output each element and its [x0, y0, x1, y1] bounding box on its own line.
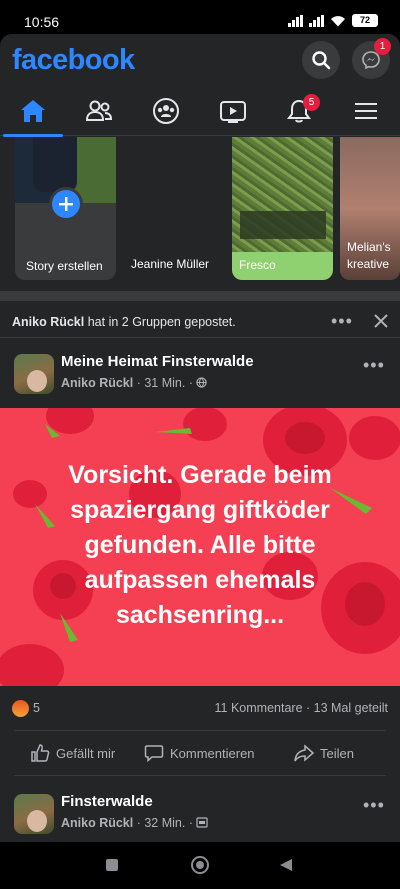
status-icons: 72: [288, 14, 378, 27]
plus-icon: [59, 197, 73, 211]
facebook-app: facebook 1 5 Story erstellen Jeanine Mül…: [0, 34, 400, 842]
tab-notifications[interactable]: 5: [266, 86, 332, 136]
avatar-face: [27, 370, 47, 392]
hamburger-icon: [355, 103, 377, 119]
group-avatar[interactable]: [14, 794, 54, 834]
post-meta: Aniko Rückl · 31 Min. ·: [61, 376, 208, 390]
story-label: Jeanine Müller: [131, 257, 210, 271]
reactions-bar: 5 11 Kommentare · 13 Mal geteilt: [0, 686, 400, 730]
story-card[interactable]: Fresco: [232, 137, 333, 280]
group-name[interactable]: Meine Heimat Finsterwalde: [61, 353, 254, 370]
group-privacy-icon: [196, 817, 209, 828]
comment-share-counts: 11 Kommentare · 13 Mal geteilt: [214, 701, 388, 715]
post-image[interactable]: Vorsicht. Gerade beim spaziergang giftkö…: [0, 408, 400, 686]
share-label: Teilen: [320, 745, 354, 761]
post-time[interactable]: 32 Min.: [144, 816, 185, 830]
story-label: Story erstellen: [26, 259, 103, 273]
globe-icon: [196, 377, 208, 388]
recents-button[interactable]: [106, 859, 118, 871]
search-button[interactable]: [302, 41, 340, 79]
wifi-icon: [331, 15, 345, 26]
activity-more-icon[interactable]: •••: [331, 312, 353, 330]
tab-watch[interactable]: [200, 86, 266, 136]
tab-groups[interactable]: [133, 86, 199, 136]
story-card[interactable]: Melian's kreative: [340, 137, 400, 280]
thumbs-up-icon: [31, 744, 50, 762]
post-actions: Gefällt mir Kommentieren Teilen: [14, 730, 386, 776]
friends-icon: [85, 100, 113, 121]
create-story-card[interactable]: Story erstellen: [15, 137, 116, 280]
shares-count[interactable]: 13 Mal geteilt: [314, 701, 388, 715]
group-avatar[interactable]: [14, 354, 54, 394]
tab-home[interactable]: [0, 86, 66, 137]
story-label: Fresco: [239, 258, 276, 272]
post-more-icon[interactable]: •••: [363, 796, 385, 814]
story-card[interactable]: Jeanine Müller: [124, 137, 225, 280]
avatar-face: [27, 810, 47, 832]
home-icon: [21, 100, 45, 122]
story-photo-figure: [33, 137, 77, 192]
like-button[interactable]: Gefällt mir: [30, 743, 115, 763]
tab-friends[interactable]: [66, 86, 132, 136]
post-time[interactable]: 31 Min.: [144, 376, 185, 390]
story-overlay-text: [240, 211, 326, 239]
share-button[interactable]: Teilen: [294, 743, 354, 763]
like-label: Gefällt mir: [56, 745, 116, 761]
system-nav-bar: [0, 842, 400, 889]
post-more-icon[interactable]: •••: [363, 356, 385, 374]
group-name[interactable]: Finsterwalde: [61, 793, 153, 810]
notifications-badge: 5: [303, 94, 320, 111]
video-icon: [220, 101, 246, 123]
angry-reaction-icon[interactable]: [12, 700, 29, 717]
comment-label: Kommentieren: [170, 745, 255, 761]
main-tabs: 5: [0, 86, 400, 137]
home-button-inner: [196, 861, 204, 869]
post-image-text: Vorsicht. Gerade beim spaziergang giftkö…: [68, 461, 332, 629]
facebook-logo[interactable]: facebook: [12, 44, 135, 77]
back-icon[interactable]: [279, 858, 293, 872]
groups-icon: [153, 98, 179, 124]
post-meta: Aniko Rückl · 32 Min. ·: [61, 816, 209, 830]
add-story-button[interactable]: [49, 187, 83, 221]
top-bar: facebook 1: [0, 34, 400, 86]
search-icon: [312, 51, 331, 70]
comments-count[interactable]: 11 Kommentare: [215, 701, 303, 715]
post-activity-header: Aniko Rückl hat in 2 Gruppen gepostet. •…: [0, 302, 400, 338]
tab-menu[interactable]: [333, 86, 399, 136]
activity-description: hat in 2 Gruppen gepostet.: [87, 315, 236, 329]
post-author[interactable]: Aniko Rückl: [61, 376, 133, 390]
story-label: Melian's kreative: [347, 240, 391, 271]
clock: 10:56: [24, 14, 60, 30]
messenger-badge: 1: [374, 38, 391, 55]
signal2-icon: [309, 14, 324, 27]
close-icon[interactable]: [373, 313, 389, 329]
activity-user[interactable]: Aniko Rückl: [12, 315, 84, 329]
comment-button[interactable]: Kommentieren: [144, 743, 255, 763]
reaction-count[interactable]: 5: [33, 701, 40, 715]
share-icon: [294, 744, 314, 762]
signal-icon: [288, 14, 303, 27]
messenger-button[interactable]: 1: [352, 38, 391, 79]
feed-divider: [0, 291, 400, 301]
activity-text: Aniko Rückl hat in 2 Gruppen gepostet.: [12, 315, 236, 329]
stories-carousel: Story erstellen Jeanine Müller Fresco Me…: [0, 137, 400, 289]
battery-icon: 72: [352, 14, 378, 27]
post-author[interactable]: Aniko Rückl: [61, 816, 133, 830]
comment-icon: [144, 745, 164, 763]
